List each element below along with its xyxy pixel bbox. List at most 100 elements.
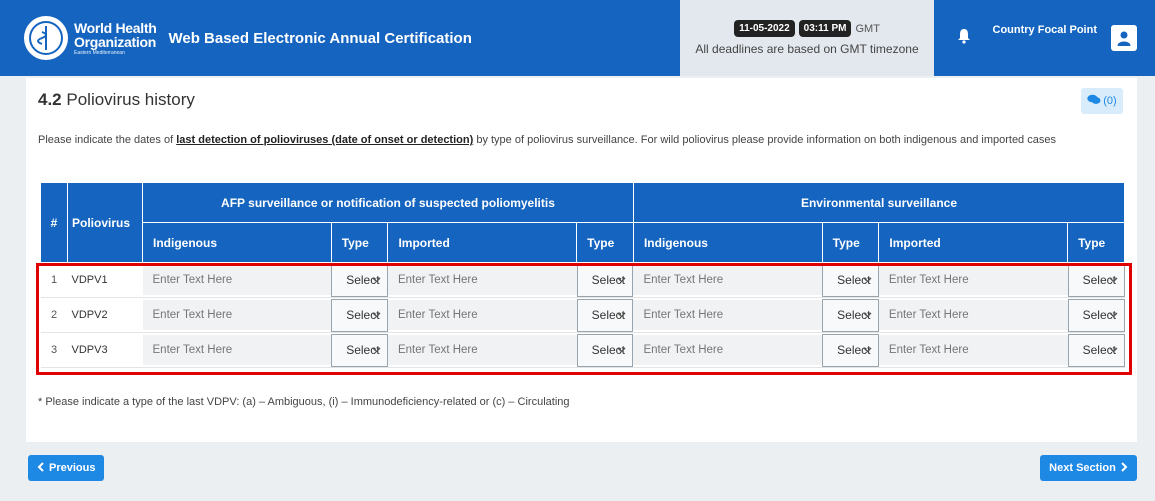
chevron-down-icon xyxy=(1109,275,1118,286)
next-section-button[interactable]: Next Section xyxy=(1040,455,1137,481)
col-hash: # xyxy=(40,182,68,263)
cell-afp-indigenous-type: Select xyxy=(331,262,388,298)
chevron-down-icon xyxy=(863,310,872,321)
afp-imported-date-input[interactable] xyxy=(387,265,577,295)
brand: World Health Organization Eastern Medite… xyxy=(0,0,680,76)
previous-label: Previous xyxy=(49,462,96,474)
cell-afp-indigenous xyxy=(142,332,332,368)
table-row: 1VDPV1 Select Select Select Select xyxy=(40,262,1125,298)
env-indigenous-date-input[interactable] xyxy=(633,300,823,330)
cell-afp-imported-type: Select xyxy=(576,262,634,298)
app-title: Web Based Electronic Annual Certificatio… xyxy=(168,29,472,47)
env-indigenous-date-input[interactable] xyxy=(633,265,823,295)
col-env-imported-type: Type xyxy=(1067,222,1125,263)
env-indigenous-type-select[interactable]: Select xyxy=(822,333,879,367)
user-avatar-icon[interactable] xyxy=(1111,25,1137,51)
who-emblem-icon xyxy=(24,16,68,60)
col-env-imported: Imported xyxy=(878,222,1069,263)
table-row: 3VDPV3 Select Select Select Select xyxy=(40,332,1125,368)
col-env-indigenous: Indigenous xyxy=(632,222,823,263)
env-indigenous-date-input[interactable] xyxy=(633,335,823,365)
col-afp-imported: Imported xyxy=(387,222,578,263)
cell-env-indigenous-type: Select xyxy=(822,262,879,298)
cell-afp-imported-type: Select xyxy=(576,297,634,333)
comment-count: (0) xyxy=(1103,95,1117,107)
comment-icon xyxy=(1087,94,1101,108)
cell-env-indigenous xyxy=(633,332,823,368)
afp-indigenous-date-input[interactable] xyxy=(142,335,332,365)
poliovirus-name: VDPV2 xyxy=(67,297,143,333)
chevron-down-icon xyxy=(372,275,381,286)
cell-env-imported-type: Select xyxy=(1067,262,1125,298)
bell-icon[interactable] xyxy=(957,28,971,49)
afp-indigenous-date-input[interactable] xyxy=(142,265,332,295)
cell-afp-indigenous xyxy=(142,297,332,333)
footnote: * Please indicate a type of the last VDP… xyxy=(38,396,570,408)
chevron-down-icon xyxy=(1109,345,1118,356)
chevron-down-icon xyxy=(372,345,381,356)
env-indigenous-type-select[interactable]: Select xyxy=(822,263,879,297)
cell-env-imported-type: Select xyxy=(1067,297,1125,333)
chevron-down-icon xyxy=(617,345,626,356)
cell-env-imported xyxy=(878,332,1068,368)
env-imported-date-input[interactable] xyxy=(878,265,1068,295)
cell-afp-indigenous-type: Select xyxy=(331,332,388,368)
env-imported-type-select[interactable]: Select xyxy=(1067,333,1125,367)
user-role[interactable]: Country Focal Point xyxy=(993,24,1098,36)
row-number: 2 xyxy=(40,297,68,333)
afp-indigenous-type-select[interactable]: Select xyxy=(331,333,388,367)
section-title: 4.2 Poliovirus history xyxy=(38,90,195,110)
group-environmental: Environmental surveillance xyxy=(632,182,1126,223)
afp-imported-date-input[interactable] xyxy=(387,300,577,330)
comments-button[interactable]: (0) xyxy=(1081,88,1123,114)
chevron-down-icon xyxy=(617,310,626,321)
col-poliovirus: Poliovirus xyxy=(67,182,143,263)
env-imported-type-select[interactable]: Select xyxy=(1067,298,1125,332)
section-title-text: Poliovirus history xyxy=(66,90,195,109)
afp-indigenous-type-select[interactable]: Select xyxy=(331,263,388,297)
poliovirus-name: VDPV1 xyxy=(67,262,143,298)
timezone-label: GMT xyxy=(855,22,880,35)
date-badge: 11-05-2022 xyxy=(734,20,795,37)
afp-indigenous-date-input[interactable] xyxy=(142,300,332,330)
cell-afp-indigenous-type: Select xyxy=(331,297,388,333)
cell-env-indigenous xyxy=(633,297,823,333)
env-imported-date-input[interactable] xyxy=(878,335,1068,365)
time-badge: 03:11 PM xyxy=(798,20,852,37)
cell-env-indigenous-type: Select xyxy=(822,297,879,333)
poliovirus-name: VDPV3 xyxy=(67,332,143,368)
env-imported-date-input[interactable] xyxy=(878,300,1068,330)
cell-afp-indigenous xyxy=(142,262,332,298)
env-indigenous-type-select[interactable]: Select xyxy=(822,298,879,332)
instructions-pre: Please indicate the dates of xyxy=(38,134,177,146)
afp-imported-date-input[interactable] xyxy=(387,335,577,365)
col-afp-imported-type: Type xyxy=(576,222,634,263)
afp-imported-type-select[interactable]: Select xyxy=(576,298,634,332)
cell-env-indigenous xyxy=(633,262,823,298)
cell-afp-imported xyxy=(387,332,577,368)
cell-env-imported xyxy=(878,262,1068,298)
cell-env-imported xyxy=(878,297,1068,333)
app-header: World Health Organization Eastern Medite… xyxy=(0,0,1155,76)
env-imported-type-select[interactable]: Select xyxy=(1067,263,1125,297)
col-afp-indigenous-type: Type xyxy=(330,222,389,263)
chevron-down-icon xyxy=(617,275,626,286)
cell-afp-imported xyxy=(387,297,577,333)
datetime-panel: 11-05-2022 03:11 PM GMT All deadlines ar… xyxy=(680,0,934,76)
poliovirus-table: # Poliovirus AFP surveillance or notific… xyxy=(40,182,1126,368)
org-name-line1: World Health xyxy=(74,19,157,36)
afp-imported-type-select[interactable]: Select xyxy=(576,333,634,367)
col-afp-indigenous: Indigenous xyxy=(142,222,332,263)
afp-imported-type-select[interactable]: Select xyxy=(576,263,634,297)
previous-button[interactable]: Previous xyxy=(28,455,104,481)
who-logo-text: World Health Organization Eastern Medite… xyxy=(74,19,157,56)
table-row: 2VDPV2 Select Select Select Select xyxy=(40,297,1125,333)
row-number: 1 xyxy=(40,262,68,298)
col-env-indigenous-type: Type xyxy=(821,222,880,263)
instructions: Please indicate the dates of last detect… xyxy=(38,132,1128,149)
group-afp: AFP surveillance or notification of susp… xyxy=(142,182,634,223)
cell-afp-imported-type: Select xyxy=(576,332,634,368)
afp-indigenous-type-select[interactable]: Select xyxy=(331,298,388,332)
org-name-line2: Organization xyxy=(74,33,156,50)
cell-afp-imported xyxy=(387,262,577,298)
